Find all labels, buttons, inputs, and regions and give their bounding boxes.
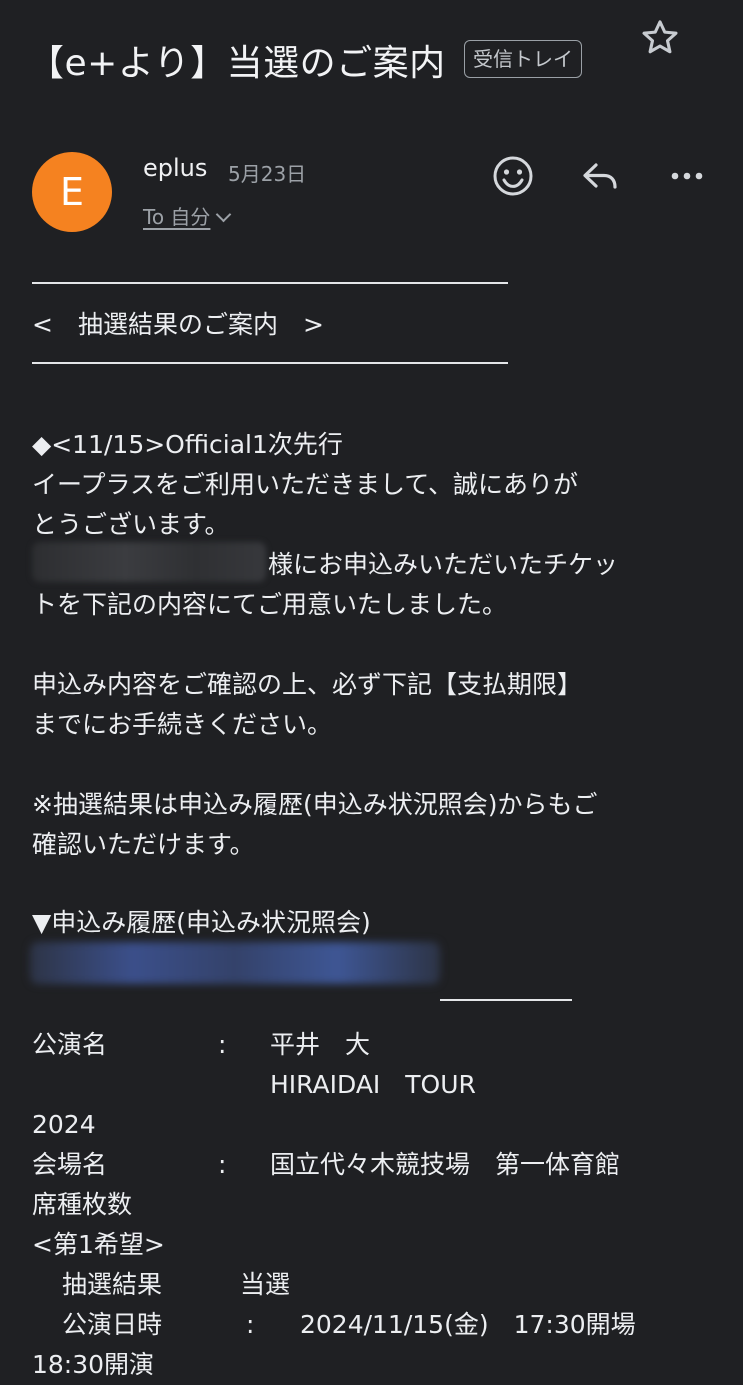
performance-label: 公演名: [32, 1030, 108, 1059]
reply-icon[interactable]: [577, 152, 625, 200]
star-icon[interactable]: [638, 16, 682, 60]
performance-name-2: HIRAIDAI TOUR: [270, 1070, 476, 1099]
subject-header: 【e+より】当選のご案内 受信トレイ: [28, 30, 718, 90]
sent-date: 5月23日: [228, 162, 307, 186]
redacted-history-link[interactable]: [30, 942, 440, 984]
email-subject: 【e+より】当選のご案内: [28, 43, 446, 84]
confirm-line-1: 申込み内容をご確認の上、必ず下記【支払期限】: [32, 670, 583, 699]
seat-label: 席種枚数: [32, 1190, 133, 1219]
chevron-down-icon: [216, 206, 232, 223]
recipient-details-toggle[interactable]: To 自分: [143, 201, 232, 230]
more-icon[interactable]: [663, 152, 711, 200]
intro-line-2: とうございます。: [32, 510, 230, 539]
choice-label: <第1希望>: [32, 1230, 165, 1259]
divider-top: [32, 282, 508, 284]
performance-name-1: 平井 大: [270, 1030, 371, 1059]
performance-separator: :: [218, 1030, 227, 1059]
venue-label: 会場名: [32, 1150, 108, 1179]
smiley-icon[interactable]: [489, 152, 537, 200]
result-label: 抽選結果: [62, 1270, 163, 1299]
note-line-1: ※抽選結果は申込み履歴(申込み状況照会)からもご: [32, 790, 598, 819]
datetime-value-2: 18:30開演: [32, 1350, 155, 1379]
result-value: 当選: [240, 1270, 291, 1299]
intro-line-1: イープラスをご利用いただきまして、誠にありが: [32, 470, 579, 499]
inbox-label-chip[interactable]: 受信トレイ: [464, 40, 582, 78]
history-label: ▼申込み履歴(申込み状況照会): [32, 908, 371, 937]
applicant-suffix: 様にお申込みいただいたチケッ: [268, 550, 619, 579]
confirm-line-2: までにお手続きください。: [32, 710, 333, 739]
note-line-2: 確認いただけます。: [32, 830, 255, 859]
sender-name[interactable]: eplus: [143, 154, 207, 182]
redacted-applicant-name: [32, 542, 266, 582]
venue-separator: :: [218, 1150, 227, 1179]
link-underline: [440, 999, 572, 1001]
venue-name: 国立代々木競技場 第一体育館: [270, 1150, 621, 1179]
banner-title: < 抽選結果のご案内 >: [32, 310, 324, 339]
recipient-label: To 自分: [143, 205, 211, 229]
datetime-value: 2024/11/15(金) 17:30開場: [300, 1310, 636, 1339]
ticket-line: トを下記の内容にてご用意いたしました。: [32, 590, 508, 619]
performance-name-3: 2024: [32, 1110, 96, 1139]
sender-avatar[interactable]: E: [32, 152, 112, 232]
datetime-label: 公演日時: [62, 1310, 163, 1339]
divider-bottom: [32, 362, 508, 364]
event-line: ◆<11/15>Official1次先行: [32, 430, 343, 459]
datetime-separator: :: [246, 1310, 255, 1339]
